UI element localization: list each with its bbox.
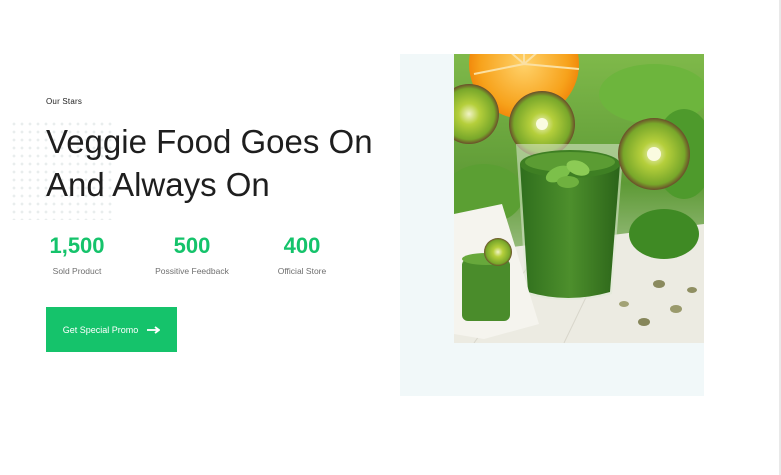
stat-positive-feedback: 500 Possitive Feedback [152,232,232,276]
stat-value: 400 [283,233,321,258]
promo-section: Our Stars Veggie Food Goes On And Always… [0,0,781,475]
stat-value: 500 [173,233,211,258]
hero-headline: Veggie Food Goes On And Always On [46,123,373,203]
stat-label: Sold Product [52,266,102,276]
stat-value: 1,500 [49,233,105,258]
stat-label: Possitive Feedback [155,266,229,276]
get-special-promo-button[interactable]: Get Special Promo [46,307,177,352]
stat-label: Official Store [277,266,327,276]
promo-button-label: Get Special Promo [62,324,139,335]
green-smoothie-photo [454,54,704,343]
section-eyebrow: Our Stars [46,97,83,106]
stat-sold-product: 1,500 Sold Product [46,232,108,276]
stat-official-store: 400 Official Store [274,232,330,276]
arrow-right-icon [147,325,161,334]
